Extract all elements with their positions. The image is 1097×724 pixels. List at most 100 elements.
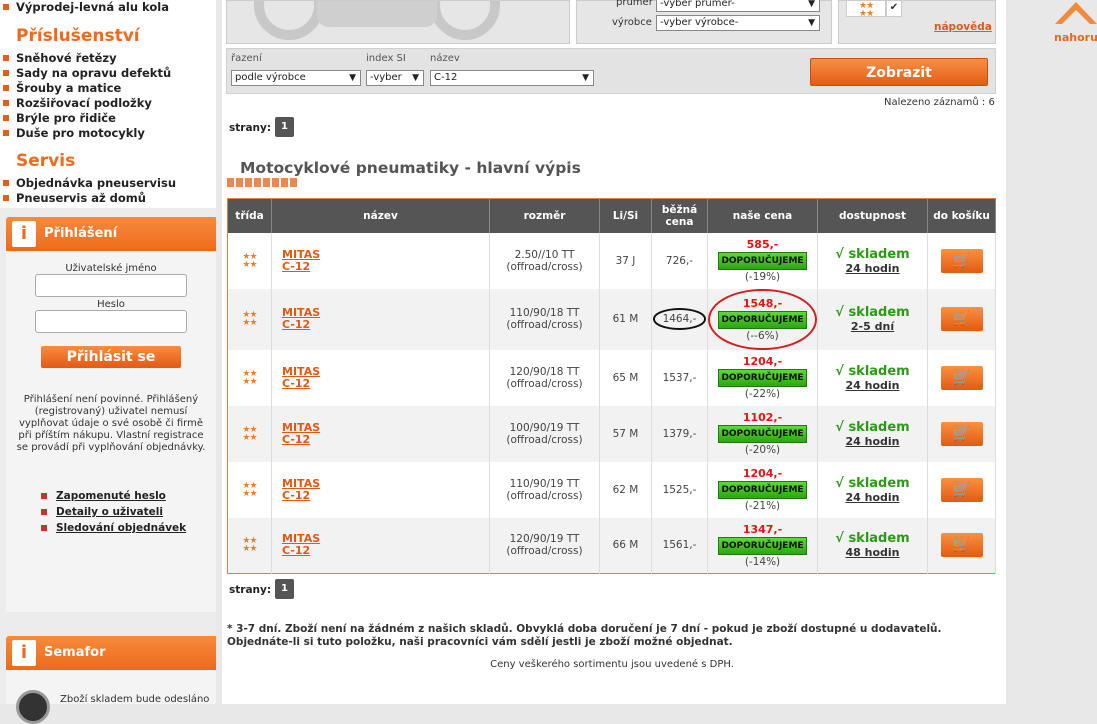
delivery-time[interactable]: 24 hodin xyxy=(818,491,927,504)
password-input[interactable] xyxy=(35,310,187,333)
back-to-top-label: nahoru xyxy=(1054,31,1097,44)
recommend-badge: DOPORUČUJEME xyxy=(718,536,807,555)
manufacturer-select[interactable]: -vyber výrobce- ▼ xyxy=(656,15,820,31)
stock-status: √ skladem xyxy=(835,531,910,547)
delivery-time[interactable]: 48 hodin xyxy=(818,546,927,559)
name-cell: MITAS C-12 xyxy=(271,349,490,406)
forgot-password-link[interactable]: Zapomenuté heslo xyxy=(41,490,166,502)
table-row: ★★ ★★ MITAS C-12 110/90/18 TT (offroad/cross)… xyxy=(227,288,996,350)
help-link[interactable]: nápověda xyxy=(934,21,992,33)
sidebar-item-accessory[interactable]: Šrouby a matice xyxy=(2,81,121,95)
sidebar-item-sale[interactable]: Výprodej-levná alu kola xyxy=(3,0,169,14)
brand-link[interactable]: MITAS xyxy=(282,477,489,490)
login-title: Přihlášení xyxy=(44,226,118,241)
delivery-time[interactable]: 24 hodin xyxy=(818,435,927,448)
model-link[interactable]: C-12 xyxy=(282,433,489,446)
sort-select[interactable]: podle výrobce ▼ xyxy=(231,70,361,86)
usage: (offroad/cross) xyxy=(506,319,583,331)
size-cell: 110/90/19 TT (offroad/cross) xyxy=(489,461,600,518)
login-button[interactable]: Přihlásit se xyxy=(41,346,181,368)
regular-price-cell: 1525,- xyxy=(651,461,708,518)
model-link[interactable]: C-12 xyxy=(282,545,489,557)
diameter-select[interactable]: -vyber průměr- ▼ xyxy=(656,0,820,12)
model-link[interactable]: C-12 xyxy=(282,260,489,273)
order-tracking-link[interactable]: Sledování objednávek xyxy=(40,522,186,534)
cart-cell: 🛒 xyxy=(927,461,996,518)
col-our-price[interactable]: naše cena xyxy=(707,198,818,233)
cart-icon: 🛒 xyxy=(952,369,971,386)
delivery-time[interactable]: 24 hodin xyxy=(818,262,927,275)
our-price: 1347,- xyxy=(742,522,783,536)
delivery-time[interactable]: 24 hodin xyxy=(818,379,927,392)
motorcycle-banner xyxy=(226,0,570,44)
col-name[interactable]: název xyxy=(271,198,490,233)
sidebar-item-accessory[interactable]: Sněhové řetězy xyxy=(3,51,117,65)
brand-link[interactable]: MITAS xyxy=(282,248,489,261)
col-class[interactable]: třída xyxy=(227,198,272,233)
price-block: 585,- DOPORUČUJEME (-19%) xyxy=(708,238,817,283)
usage: (offroad/cross) xyxy=(506,260,583,273)
size: 120/90/19 TT xyxy=(509,533,580,546)
lisi-cell: 62 M xyxy=(599,461,652,518)
col-size[interactable]: rozměr xyxy=(489,198,600,233)
size-cell: 100/90/19 TT (offroad/cross) xyxy=(489,405,600,462)
our-price: 1204,- xyxy=(742,355,783,368)
username-input[interactable] xyxy=(35,274,187,297)
login-note: Přihlášení není povinné. Přihlášený (reg… xyxy=(16,394,206,453)
page-number[interactable]: 1 xyxy=(275,117,294,137)
add-to-cart-button[interactable]: 🛒 xyxy=(940,307,983,331)
title-underline xyxy=(227,178,299,187)
sidebar-item-accessory[interactable]: Rozšiřovací podložky xyxy=(3,96,152,110)
recommend-badge: DOPORUČUJEME xyxy=(718,369,807,387)
up-arrow-icon xyxy=(1055,2,1097,24)
stock-status: √ skladem xyxy=(835,246,910,262)
sidebar-item-service[interactable]: Objednávka pneuservisu xyxy=(2,176,176,190)
add-to-cart-button[interactable]: 🛒 xyxy=(940,477,983,502)
index-select[interactable]: -vyber ▼ xyxy=(366,70,424,86)
col-availability[interactable]: dostupnost xyxy=(817,198,928,233)
add-to-cart-button[interactable]: 🛒 xyxy=(940,533,983,558)
brand-link[interactable]: MITAS xyxy=(282,533,489,545)
stars-icon: ★★ ★★ xyxy=(859,1,874,19)
add-to-cart-button[interactable]: 🛒 xyxy=(940,365,983,390)
regular-price: 1537,- xyxy=(662,371,697,384)
page-number-bottom[interactable]: 1 xyxy=(275,579,294,599)
brand-link[interactable]: MITAS xyxy=(282,421,489,434)
name-cell: MITAS C-12 xyxy=(271,405,490,462)
model-link[interactable]: C-12 xyxy=(282,319,489,331)
regular-price: 1464,- xyxy=(652,308,707,330)
size-cell: 110/90/18 TT (offroad/cross) xyxy=(489,288,600,350)
usage: (offroad/cross) xyxy=(506,433,583,446)
lisi-cell: 61 M xyxy=(599,288,652,350)
name-cell: MITAS C-12 xyxy=(271,461,490,518)
name-label: název xyxy=(430,53,460,64)
section-service: Servis xyxy=(16,151,76,171)
brand-link[interactable]: MITAS xyxy=(282,365,489,378)
user-details-link[interactable]: Detaily o uživateli xyxy=(41,506,163,518)
add-to-cart-button[interactable]: 🛒 xyxy=(940,248,983,273)
back-to-top[interactable]: nahoru xyxy=(1052,0,1097,44)
delivery-time[interactable]: 2-5 dní xyxy=(818,320,927,333)
class-checkbox[interactable]: ✔ xyxy=(886,0,902,17)
col-lisi[interactable]: Li/Si xyxy=(599,198,652,233)
discount: (-21%) xyxy=(744,500,781,512)
sidebar-item-accessory[interactable]: Brýle pro řidiče xyxy=(3,111,116,125)
show-button[interactable]: Zobrazit xyxy=(810,58,988,86)
sidebar-item-accessory[interactable]: Duše pro motocykly xyxy=(3,126,145,140)
sidebar-item-accessory[interactable]: Sady na opravu defektů xyxy=(2,66,171,80)
brand-link[interactable]: MITAS xyxy=(282,307,489,319)
add-to-cart-button[interactable]: 🛒 xyxy=(940,421,983,446)
stock-status: √ skladem xyxy=(835,363,910,379)
diameter-label: průměr xyxy=(616,0,653,8)
sidebar-item-service[interactable]: Pneuservis až domů xyxy=(3,191,146,205)
recommend-badge: DOPORUČUJEME xyxy=(718,481,807,499)
our-price-cell: 1347,- DOPORUČUJEME (-14%) xyxy=(707,517,818,574)
stars-icon: ★★ ★★ xyxy=(242,480,257,499)
name-select[interactable]: C-12 ▼ xyxy=(430,70,594,86)
col-regular-price[interactable]: běžná cena xyxy=(651,198,708,233)
model-link[interactable]: C-12 xyxy=(282,377,489,390)
regular-price-cell: 1464,- xyxy=(651,288,708,350)
model-link[interactable]: C-12 xyxy=(282,489,489,502)
stars-icon: ★★ ★★ xyxy=(242,251,257,270)
name-cell: MITAS C-12 xyxy=(271,232,490,289)
